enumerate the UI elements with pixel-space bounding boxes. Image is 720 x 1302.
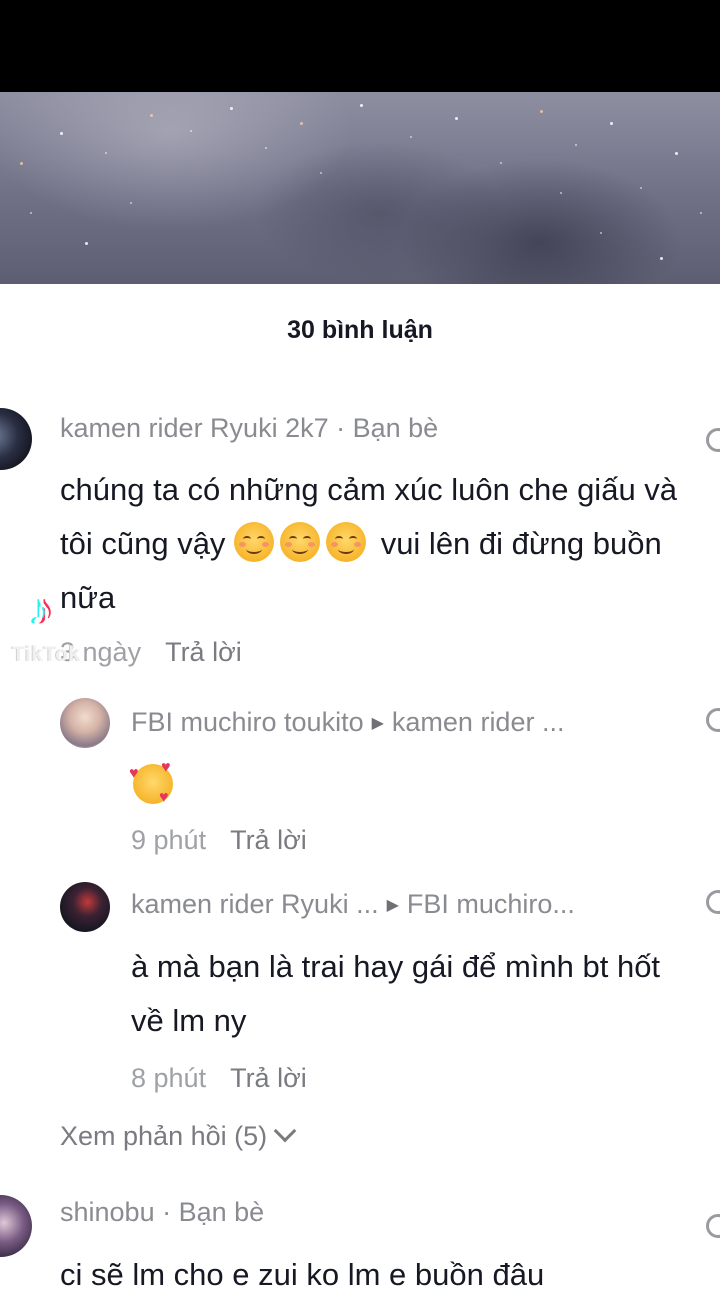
tiktok-watermark: ♪ TikTok (12, 585, 81, 666)
video-preview[interactable] (0, 92, 720, 284)
like-heart-icon[interactable] (706, 888, 720, 916)
comment-text: ci sẽ lm cho e zui ko lm e buồn đâu (60, 1257, 545, 1292)
like-heart-icon[interactable] (706, 1212, 720, 1240)
smiling-face-with-hearts-emoji: ♥ ♥ ♥ (129, 760, 175, 806)
reply-username[interactable]: kamen rider Ryuki ... ▶ FBI muchiro... (131, 886, 575, 924)
like-heart-icon[interactable] (706, 426, 720, 454)
view-replies-button[interactable]: Xem phản hồi (5) (60, 1118, 297, 1154)
avatar[interactable] (0, 1195, 32, 1257)
reply-button[interactable]: Trả lời (230, 1063, 307, 1093)
tiktok-logo-icon: ♪ (30, 585, 52, 634)
smiling-emoji (280, 522, 321, 562)
top-black-bar (0, 0, 720, 92)
avatar[interactable] (0, 408, 32, 470)
avatar[interactable] (60, 882, 110, 932)
chevron-down-icon (273, 1119, 297, 1143)
comment-username[interactable]: shinobu · Bạn bè (60, 1194, 264, 1230)
reply-text: à mà bạn là trai hay gái để mình bt hốt … (131, 949, 661, 1038)
friend-badge: Bạn bè (352, 413, 439, 443)
reply-button[interactable]: Trả lời (165, 637, 242, 667)
reply-username[interactable]: FBI muchiro toukito ▶ kamen rider ... (131, 704, 564, 742)
smiling-emoji (234, 522, 275, 562)
avatar[interactable] (60, 698, 110, 748)
reply-meta: 8 phút Trả lời (131, 1063, 307, 1093)
like-heart-icon[interactable] (706, 706, 720, 734)
comment-username[interactable]: kamen rider Ryuki 2k7 · Bạn bè (60, 410, 438, 446)
friend-badge: Bạn bè (178, 1197, 265, 1227)
reply-meta: 9 phút Trả lời (131, 825, 307, 855)
reply-arrow-icon: ▶ (386, 897, 399, 914)
reply-arrow-icon: ▶ (371, 715, 384, 732)
smiling-emoji (326, 522, 367, 562)
reply-button[interactable]: Trả lời (230, 825, 307, 855)
comments-count: 30 bình luận (287, 316, 433, 344)
comment-text: chúng ta có những cảm xúc luôn che giấu … (60, 472, 678, 615)
